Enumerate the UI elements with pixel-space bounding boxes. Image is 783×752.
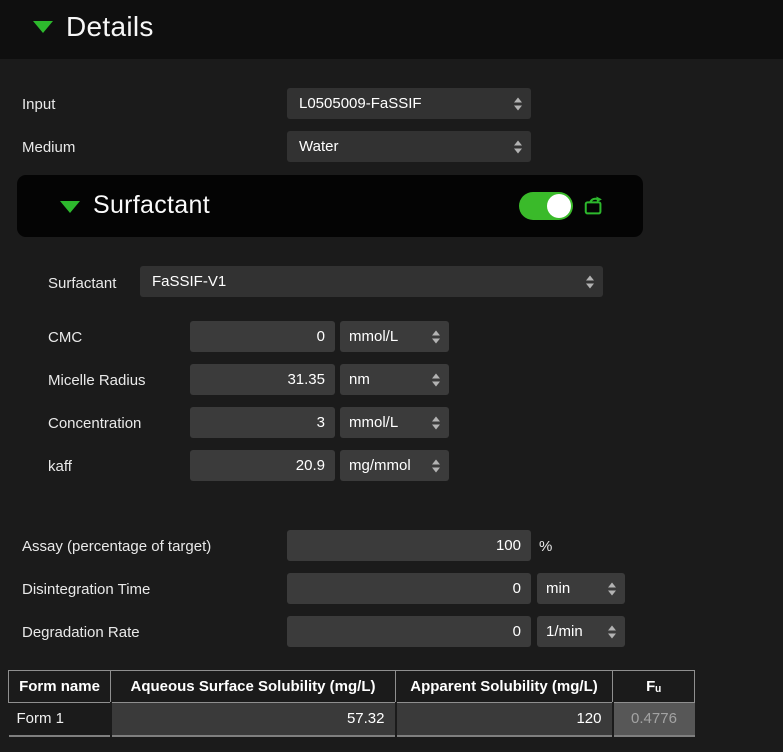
toggle-knob <box>547 194 571 218</box>
solubility-table: Form name Aqueous Surface Solubility (mg… <box>8 670 695 737</box>
spinner-icon <box>432 459 440 472</box>
open-in-new-icon[interactable] <box>583 195 605 217</box>
col-header-aqueous-surface-solubility: Aqueous Surface Solubility (mg/L) <box>111 671 396 703</box>
input-select-value: L0505009-FaSSIF <box>299 95 422 112</box>
col-header-form-name: Form name <box>9 671 111 703</box>
concentration-label: Concentration <box>48 415 141 432</box>
spinner-icon <box>514 97 522 110</box>
assay-label: Assay (percentage of target) <box>22 538 211 555</box>
kaff-label: kaff <box>48 458 72 475</box>
disintegration-time-unit-select[interactable]: min <box>537 573 625 604</box>
degradation-rate-unit-select[interactable]: 1/min <box>537 616 625 647</box>
disintegration-time-input[interactable] <box>287 573 531 604</box>
cmc-unit-value: mmol/L <box>349 328 398 345</box>
micelle-radius-input[interactable] <box>190 364 335 395</box>
details-header: Details <box>0 0 783 59</box>
kaff-unit-value: mg/mmol <box>349 457 411 474</box>
spinner-icon <box>608 582 616 595</box>
surfactant-select[interactable]: FaSSIF-V1 <box>140 266 603 297</box>
cmc-label: CMC <box>48 329 82 346</box>
surfactant-section-title: Surfactant <box>93 191 210 220</box>
surfactant-toggle[interactable] <box>519 192 573 220</box>
table-header-row: Form name Aqueous Surface Solubility (mg… <box>9 671 695 703</box>
spinner-icon <box>608 625 616 638</box>
cmc-unit-select[interactable]: mmol/L <box>340 321 449 352</box>
spinner-icon <box>432 330 440 343</box>
col-header-fu: Fᵤ <box>613 671 695 703</box>
spinner-icon <box>432 373 440 386</box>
micelle-radius-label: Micelle Radius <box>48 372 146 389</box>
spinner-icon <box>432 416 440 429</box>
concentration-input[interactable] <box>190 407 335 438</box>
concentration-unit-select[interactable]: mmol/L <box>340 407 449 438</box>
kaff-input[interactable] <box>190 450 335 481</box>
degradation-rate-label: Degradation Rate <box>22 624 140 641</box>
surfactant-label: Surfactant <box>48 275 116 292</box>
disintegration-time-unit-value: min <box>546 580 570 597</box>
fu-cell: 0.4776 <box>613 703 695 736</box>
surfactant-select-value: FaSSIF-V1 <box>152 273 226 290</box>
concentration-unit-value: mmol/L <box>349 414 398 431</box>
assay-unit-label: % <box>539 538 552 555</box>
surfactant-collapse-icon[interactable] <box>60 201 80 213</box>
apparent-solubility-cell[interactable]: 120 <box>396 703 613 736</box>
spinner-icon <box>586 275 594 288</box>
degradation-rate-unit-value: 1/min <box>546 623 583 640</box>
micelle-radius-unit-select[interactable]: nm <box>340 364 449 395</box>
details-collapse-icon[interactable] <box>33 21 53 33</box>
form-name-cell: Form 1 <box>9 703 111 736</box>
cmc-input[interactable] <box>190 321 335 352</box>
aqueous-surface-solubility-cell[interactable]: 57.32 <box>111 703 396 736</box>
micelle-radius-unit-value: nm <box>349 371 370 388</box>
kaff-unit-select[interactable]: mg/mmol <box>340 450 449 481</box>
details-panel: Details Input L0505009-FaSSIF Medium Wat… <box>0 0 783 752</box>
degradation-rate-input[interactable] <box>287 616 531 647</box>
assay-input[interactable] <box>287 530 531 561</box>
spinner-icon <box>514 140 522 153</box>
table-row: Form 1 57.32 120 0.4776 <box>9 703 695 736</box>
medium-select[interactable]: Water <box>287 131 531 162</box>
page-title: Details <box>66 11 154 43</box>
medium-label: Medium <box>22 139 75 156</box>
medium-select-value: Water <box>299 138 338 155</box>
input-select[interactable]: L0505009-FaSSIF <box>287 88 531 119</box>
col-header-apparent-solubility: Apparent Solubility (mg/L) <box>396 671 613 703</box>
disintegration-time-label: Disintegration Time <box>22 581 150 598</box>
input-label: Input <box>22 96 55 113</box>
